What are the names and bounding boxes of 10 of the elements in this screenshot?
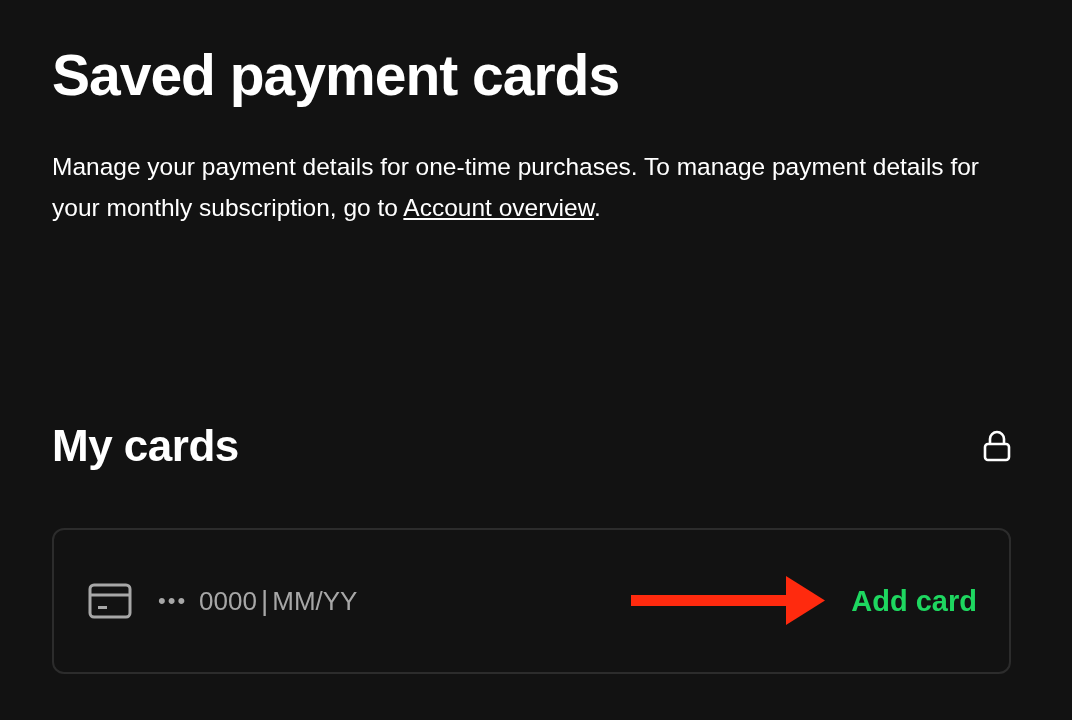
- account-overview-link[interactable]: Account overview: [403, 194, 594, 221]
- section-title: My cards: [52, 420, 239, 472]
- card-number: 0000: [199, 585, 257, 617]
- description-text: Manage your payment details for one-time purchases. To manage payment details for your monthly subscription, go to Account overview.: [52, 152, 980, 223]
- masked-digits: •••: [158, 588, 188, 614]
- credit-card-icon: [88, 583, 132, 619]
- expiry-date: MM/YY: [272, 585, 358, 617]
- page-title: Saved payment cards: [52, 42, 621, 109]
- add-card-button[interactable]: Add card: [851, 584, 977, 618]
- separator: |: [260, 585, 269, 617]
